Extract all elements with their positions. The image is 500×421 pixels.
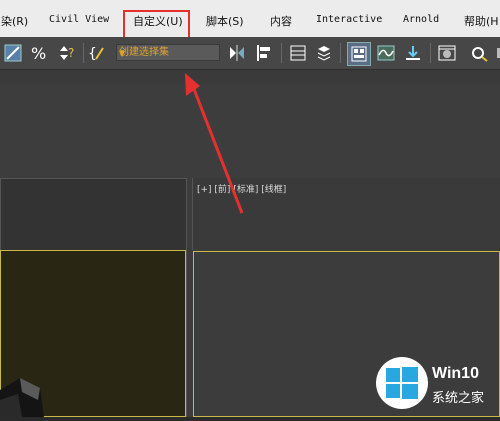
scene-object [0, 370, 50, 417]
toggle-scene-explorer-icon[interactable] [313, 42, 335, 64]
edit-named-sets-icon[interactable]: { [88, 42, 110, 64]
svg-text:%: % [31, 44, 46, 63]
svg-text:{: { [88, 46, 97, 62]
watermark-brand: Win10 [432, 365, 479, 382]
menu-help[interactable]: 帮助(H [464, 13, 499, 29]
layer-manager-icon[interactable] [287, 42, 309, 64]
align-icon[interactable] [254, 42, 276, 64]
selection-set-dropdown[interactable]: 创建选择集 ▼ [116, 44, 220, 61]
menu-scripting[interactable]: 脚本(S) [206, 13, 244, 29]
menu-rendering[interactable]: 染(R) [1, 13, 28, 29]
menu-content[interactable]: 内容 [270, 13, 292, 29]
ribbon-icon[interactable] [347, 42, 371, 66]
viewport-top-band [0, 85, 500, 179]
material-editor-icon[interactable] [436, 42, 458, 64]
render-icon[interactable] [490, 42, 500, 64]
menu-civil-view[interactable]: Civil View [49, 14, 109, 25]
watermark-subtitle: 系统之家 [432, 390, 485, 405]
mirror-icon[interactable] [226, 42, 248, 64]
viewport-label[interactable]: [+] [前] [标准] [线框] [197, 182, 286, 195]
menu-bar: 染(R) Civil View 自定义(U) 脚本(S) 内容 Interact… [0, 0, 500, 38]
watermark: Win10 系统之家 [368, 355, 500, 417]
svg-text:?: ? [68, 46, 74, 60]
curve-editor-icon[interactable] [375, 42, 397, 64]
render-setup-icon[interactable] [468, 42, 490, 64]
windows-logo-icon [386, 367, 418, 399]
toolbar-strip [0, 70, 500, 84]
main-toolbar: % ? { 创建选择集 ▼ [0, 37, 500, 70]
schematic-view-icon[interactable] [402, 42, 424, 64]
menu-interactive[interactable]: Interactive [316, 14, 382, 25]
chevron-down-icon: ▼ [119, 49, 126, 58]
snap-angle-icon[interactable] [2, 42, 24, 64]
menu-arnold[interactable]: Arnold [403, 14, 439, 25]
spinner-snap-icon[interactable]: ? [55, 42, 77, 64]
percent-snap-icon[interactable]: % [28, 42, 50, 64]
